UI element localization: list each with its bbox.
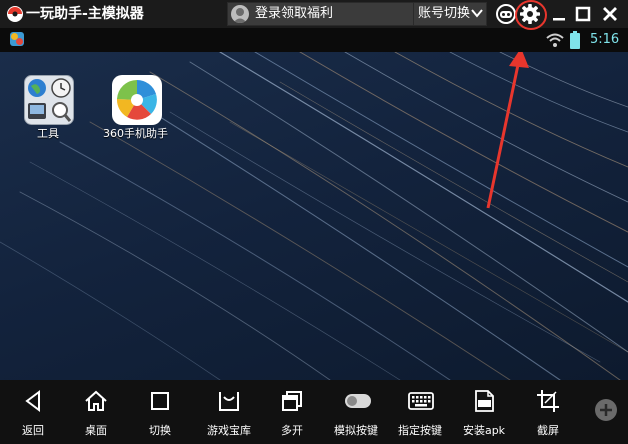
nav-back-button[interactable]: 返回 xyxy=(3,380,63,444)
nav-home-button[interactable]: 桌面 xyxy=(66,380,126,444)
nav-screenshot-button[interactable]: 截屏 xyxy=(518,380,578,444)
recent-apps-icon xyxy=(151,392,169,410)
annotation-arrow xyxy=(486,52,529,209)
nav-game-library-button[interactable]: 游戏宝库 xyxy=(199,380,259,444)
nav-assign-keys-button[interactable]: 指定按键 xyxy=(390,380,450,444)
crop-icon xyxy=(537,390,559,412)
app-logo-icon xyxy=(7,6,23,22)
nav-multi-open-button[interactable]: 多开 xyxy=(262,380,322,444)
login-button[interactable]: 登录领取福利 xyxy=(227,2,414,26)
nav-simulate-keys-label: 模拟按键 xyxy=(334,424,378,437)
desktop-wallpaper: 工具 360手机助手 xyxy=(0,52,628,380)
annotation-circle xyxy=(515,0,547,30)
close-icon[interactable] xyxy=(598,2,622,26)
keyboard-icon xyxy=(408,392,434,410)
account-switch-label: 账号切换 xyxy=(418,6,471,21)
nav-install-apk-button[interactable]: 安装apk xyxy=(454,380,514,444)
wifi-icon xyxy=(546,33,564,47)
minimize-icon[interactable] xyxy=(547,2,571,26)
user-icon xyxy=(233,8,247,23)
plus-icon xyxy=(600,404,612,416)
nav-switch-button[interactable]: 切换 xyxy=(130,380,190,444)
account-switch-dropdown[interactable]: 账号切换 xyxy=(413,2,487,26)
nav-switch-label: 切换 xyxy=(149,424,171,437)
app-title: 一玩助手-主模拟器 xyxy=(26,6,144,22)
login-text: 登录领取福利 xyxy=(255,6,334,21)
nav-assign-keys-label: 指定按键 xyxy=(398,424,442,437)
status-time: 5:16 xyxy=(590,32,620,47)
avatar xyxy=(231,5,249,23)
nav-home-label: 桌面 xyxy=(85,424,107,437)
notification-app-icon xyxy=(10,32,24,46)
back-icon xyxy=(25,390,40,412)
apk-icon xyxy=(475,390,494,412)
toggle-icon xyxy=(345,394,371,408)
battery-icon xyxy=(570,31,580,49)
game-library-icon xyxy=(219,392,239,411)
nav-install-apk-label: 安装apk xyxy=(462,424,506,437)
nav-multi-open-label: 多开 xyxy=(281,424,303,437)
add-button[interactable] xyxy=(595,399,617,421)
nav-game-library-label: 游戏宝库 xyxy=(207,424,251,437)
chevron-down-icon xyxy=(471,9,483,18)
multi-instance-icon xyxy=(282,391,302,411)
nav-simulate-keys-button[interactable]: 模拟按键 xyxy=(326,380,386,444)
maximize-icon[interactable] xyxy=(571,2,595,26)
nav-screenshot-label: 截屏 xyxy=(537,424,559,437)
bottom-toolbar: 返回 桌面 切换 游戏宝库 多开 模拟按键 指定按键 安装apk 截屏 xyxy=(0,380,628,444)
nav-back-label: 返回 xyxy=(22,424,44,437)
home-icon xyxy=(85,390,107,411)
